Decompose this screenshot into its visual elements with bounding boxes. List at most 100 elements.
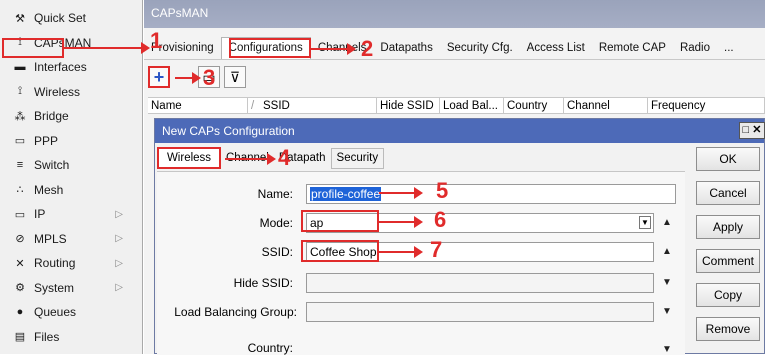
column-header[interactable]: Channel <box>564 98 648 113</box>
sidebar-item-label: MPLS <box>34 231 67 246</box>
annotation-number-3: 3 <box>203 65 216 90</box>
sidebar-item-mesh[interactable]: ∴ Mesh <box>0 178 143 202</box>
sidebar-item-label: IP <box>34 207 46 221</box>
country-label: Country: <box>247 341 293 355</box>
submenu-arrow-icon: ▷ <box>115 257 123 269</box>
sidebar-item-interfaces[interactable]: ▬ Interfaces <box>0 55 143 79</box>
interfaces-icon: ▬ <box>14 61 26 73</box>
ssid-label: SSID: <box>261 245 293 259</box>
dialog-buttons: OK Cancel Apply Comment Copy Remove <box>696 147 762 351</box>
annotation-box-ssid <box>301 240 379 262</box>
dropdown-icon[interactable]: ▼ <box>662 344 672 355</box>
sidebar-item-queues[interactable]: ● Queues <box>0 300 143 324</box>
sidebar-item-bridge[interactable]: ⁂ Bridge <box>0 104 143 128</box>
annotation-arrow <box>64 47 144 49</box>
queues-icon: ● <box>16 306 24 318</box>
ip-icon: ▭ <box>14 208 26 221</box>
sidebar-item-wireless[interactable]: ⟟ Wireless <box>0 80 143 104</box>
apply-button[interactable]: Apply <box>696 215 760 239</box>
collapse-icon[interactable]: ▲ <box>662 246 672 257</box>
tab-access-list[interactable]: Access List <box>520 42 592 54</box>
annotation-number-4: 4 <box>278 145 291 170</box>
sidebar-item-label: PPP <box>34 133 59 148</box>
tab-wireless[interactable]: Wireless <box>157 147 221 169</box>
sidebar-item-label: Switch <box>34 158 70 172</box>
annotation-box-capsman <box>2 38 64 58</box>
sidebar-item-switch[interactable]: ≡ Switch <box>0 153 143 177</box>
dropdown-icon[interactable]: ▼ <box>662 306 672 317</box>
list-header: Name / SSID Hide SSID Load Bal... Country Chan… <box>148 97 765 114</box>
sidebar-item-routing[interactable]: ✕ Routing ▷ <box>0 251 143 275</box>
tab-radio[interactable]: Radio <box>673 42 717 54</box>
sidebar-item-quick-set[interactable]: ⚒ Quick Set <box>0 6 143 30</box>
sidebar-item-label: System <box>34 280 75 295</box>
cancel-button[interactable]: Cancel <box>696 181 760 205</box>
remove-button[interactable]: Remove <box>696 317 760 341</box>
sidebar-item-label: Files <box>34 329 60 344</box>
column-header[interactable]: Name <box>148 98 248 113</box>
mesh-icon: ∴ <box>16 184 24 196</box>
filter-icon[interactable]: ⊽ <box>224 66 246 88</box>
annotation-number-2: 2 <box>361 36 374 61</box>
submenu-arrow-icon: ▷ <box>115 208 123 220</box>
annotation-arrow <box>379 192 417 194</box>
column-header[interactable]: / <box>248 98 260 113</box>
add-button[interactable]: + <box>148 66 170 88</box>
routing-icon: ✕ <box>15 257 25 270</box>
switch-icon: ≡ <box>16 159 24 171</box>
annotation-number-1: 1 <box>150 28 163 53</box>
tab-datapaths[interactable]: Datapaths <box>373 42 439 54</box>
load-balancing-select[interactable] <box>306 302 654 322</box>
comment-button[interactable]: Comment <box>696 249 760 273</box>
annotation-arrow-head <box>414 246 423 258</box>
sidebar-item-system[interactable]: ⚙ System ▷ <box>0 276 143 300</box>
sidebar-item-label: Routing <box>34 256 76 270</box>
annotation-number-5: 5 <box>436 178 449 203</box>
dialog-title-text: New CAPs Configuration <box>162 124 295 138</box>
column-header[interactable]: Frequency <box>648 98 765 113</box>
sidebar-item-files[interactable]: ▤ Files <box>0 325 143 349</box>
annotation-arrow-head <box>414 187 423 199</box>
annotation-arrow <box>311 48 351 50</box>
annotation-arrow <box>379 251 417 253</box>
name-value: profile-coffee <box>310 187 382 201</box>
name-field[interactable]: profile-coffee <box>306 184 676 204</box>
annotation-arrow-head <box>414 216 423 228</box>
sidebar-item-label: Wireless <box>34 84 81 99</box>
window-title: CAPsMAN <box>144 0 765 28</box>
hide-ssid-select[interactable] <box>306 273 654 293</box>
annotation-arrow-head <box>192 72 201 84</box>
annotation-arrow-head <box>267 153 276 165</box>
new-caps-configuration-dialog: New CAPs Configuration □ ✕ Wireless Chan… <box>154 118 765 355</box>
tab-security-cfg[interactable]: Security Cfg. <box>440 42 520 54</box>
dropdown-icon[interactable]: ▼ <box>639 216 651 229</box>
bridge-icon: ⁂ <box>14 110 26 123</box>
wireless-icon: ⟟ <box>17 85 23 97</box>
tab-security[interactable]: Security <box>330 147 385 169</box>
column-header[interactable]: Country <box>504 98 564 113</box>
tab-remote-cap[interactable]: Remote CAP <box>592 42 673 54</box>
annotation-box-configurations <box>229 38 311 58</box>
sidebar-item-mpls[interactable]: ⊘ MPLS ▷ <box>0 227 143 251</box>
ok-button[interactable]: OK <box>696 147 760 171</box>
column-header[interactable]: Hide SSID <box>377 98 440 113</box>
ppp-icon: ▭ <box>14 135 26 147</box>
load-balancing-label: Load Balancing Group: <box>174 305 297 319</box>
name-label: Name: <box>257 187 293 201</box>
annotation-box-mode <box>301 210 379 232</box>
system-icon: ⚙ <box>15 282 25 294</box>
column-header[interactable]: SSID <box>260 98 377 113</box>
sidebar-item-ip[interactable]: ▭ IP ▷ <box>0 202 143 226</box>
collapse-icon[interactable]: ▲ <box>662 217 672 228</box>
copy-button[interactable]: Copy <box>696 283 760 307</box>
dialog-title: New CAPs Configuration □ ✕ <box>155 119 765 143</box>
column-header[interactable]: Load Bal... <box>440 98 504 113</box>
annotation-number-7: 7 <box>430 237 443 262</box>
tab-[interactable]: ... <box>717 42 741 54</box>
sidebar-item-ppp[interactable]: ▭ PPP <box>0 129 143 153</box>
sidebar-item-label: Bridge <box>34 109 69 123</box>
close-icon[interactable]: □ ✕ <box>739 122 765 139</box>
sidebar-item-label: Queues <box>34 305 77 319</box>
dropdown-icon[interactable]: ▼ <box>662 277 672 288</box>
quick-set-icon: ⚒ <box>15 12 25 25</box>
